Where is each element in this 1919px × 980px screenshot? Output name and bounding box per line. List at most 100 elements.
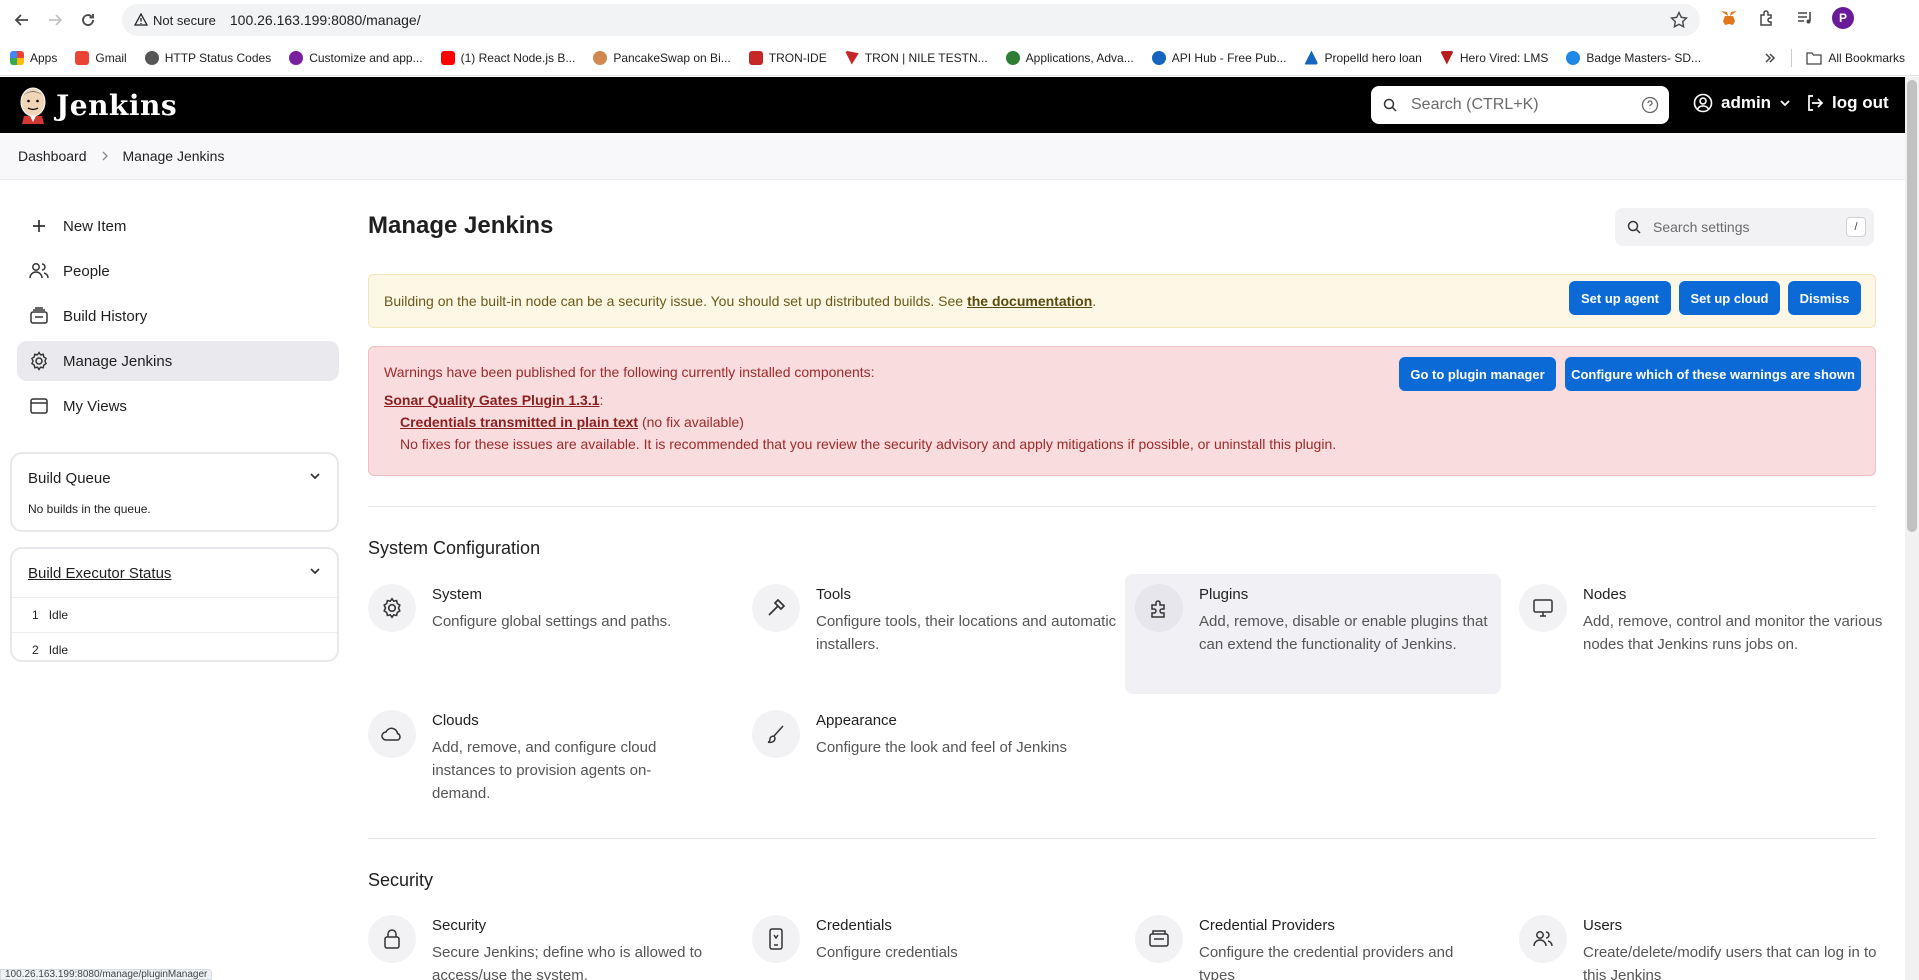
logout-icon [1808,95,1824,111]
bookmark-item[interactable]: Hero Vired: LMS [1439,50,1548,65]
card-title: Credential Providers [1199,917,1335,934]
bookmark-item[interactable]: Badge Masters- SD... [1566,50,1701,65]
forward-icon[interactable] [44,9,66,31]
executor-row: 1 Idle [12,597,337,632]
card-plugins[interactable]: Plugins Add, remove, disable or enable p… [1125,574,1501,694]
bookmark-item[interactable]: Apps [10,50,57,65]
breadcrumb-dashboard[interactable]: Dashboard [18,148,87,164]
all-bookmarks-button[interactable]: All Bookmarks [1806,51,1905,65]
keyboard-shortcut-hint: / [1846,217,1866,237]
jenkins-logo-link[interactable]: Jenkins [18,86,177,124]
card-security[interactable]: Security Secure Jenkins; define who is a… [368,905,744,980]
extensions-puzzle-icon[interactable] [1756,7,1778,29]
chevron-right-icon [101,151,109,161]
back-icon[interactable] [11,9,33,31]
bookmark-item[interactable]: TRON-IDE [748,50,827,65]
advisory-link[interactable]: Credentials transmitted in plain text [400,414,638,430]
dismiss-button[interactable]: Dismiss [1788,281,1861,315]
bookmark-item[interactable]: TRON | NILE TESTN... [844,50,988,65]
user-icon [1693,93,1713,113]
sidebar-item-people[interactable]: People [17,251,339,291]
folder-icon [1806,52,1822,65]
hero-vired-icon [1439,50,1454,65]
card-title: Users [1583,917,1623,934]
sidebar: New Item People Build History Manage Jen… [17,206,339,431]
chevron-down-icon[interactable] [309,470,321,482]
globe-icon [144,50,159,65]
address-bar[interactable]: Not secure 100.26.163.199:8080/manage/ [122,4,1700,36]
documentation-link[interactable]: the documentation [967,293,1092,309]
sidebar-item-new-item[interactable]: New Item [17,206,339,246]
card-clouds[interactable]: Clouds Add, remove, and configure cloud … [368,700,744,810]
card-title: Security [432,917,487,934]
safe-icon [1135,915,1183,963]
bookmark-item[interactable]: (1) React Node.js B... [440,50,576,65]
media-control-icon[interactable] [1794,7,1816,29]
card-nodes[interactable]: Nodes Add, remove, control and monitor t… [1519,574,1895,684]
card-description: Secure Jenkins; define who is allowed to… [432,944,703,980]
executor-number: 1 [32,608,39,622]
section-divider [368,838,1876,839]
monitor-icon [1519,584,1567,632]
sidebar-item-my-views[interactable]: My Views [17,386,339,426]
scrollbar-thumb[interactable] [1907,80,1917,532]
card-credential-providers[interactable]: Credential Providers Configure the crede… [1135,905,1511,980]
set-up-cloud-button[interactable]: Set up cloud [1679,281,1780,315]
executor-state: Idle [48,643,69,657]
section-title-system-configuration: System Configuration [368,538,541,558]
bookmark-label: (1) React Node.js B... [460,50,576,65]
plugin-link[interactable]: Sonar Quality Gates Plugin 1.3.1 [384,392,600,408]
go-to-plugin-manager-button[interactable]: Go to plugin manager [1399,357,1556,391]
chevron-down-icon [1780,100,1790,107]
security-label: Not secure [153,12,216,28]
url-text[interactable]: 100.26.163.199:8080/manage/ [230,12,421,28]
help-icon[interactable] [1641,96,1659,114]
sidebar-item-manage-jenkins[interactable]: Manage Jenkins [17,341,339,381]
card-tools[interactable]: Tools Configure tools, their locations a… [752,574,1128,684]
bookmark-label: API Hub - Free Pub... [1171,50,1287,65]
bookmark-item[interactable]: API Hub - Free Pub... [1151,50,1287,65]
card-appearance[interactable]: Appearance Configure the look and feel o… [752,700,1128,810]
security-indicator[interactable]: Not secure [134,13,216,28]
sidebar-item-label: Manage Jenkins [63,352,173,370]
sidebar-item-build-history[interactable]: Build History [17,296,339,336]
plus-icon [29,216,49,236]
window-icon [29,396,49,416]
bookmark-item[interactable]: Applications, Adva... [1005,50,1134,65]
metamask-extension-icon[interactable] [1718,7,1740,29]
chevron-down-icon[interactable] [309,565,321,577]
brush-icon [752,710,800,758]
profile-avatar[interactable]: P [1832,7,1854,29]
reload-icon[interactable] [77,9,99,31]
bookmark-item[interactable]: PancakeSwap on Bi... [593,50,731,65]
bookmark-item[interactable]: Gmail [75,50,127,65]
user-menu[interactable]: admin [1693,93,1791,113]
more-bookmarks-icon[interactable] [1763,51,1777,65]
card-credentials[interactable]: Credentials Configure credentials [752,905,1128,980]
card-title: Plugins [1199,586,1249,603]
logout-link[interactable]: log out [1806,93,1889,113]
bookmark-item[interactable]: Propelld hero loan [1304,50,1422,65]
bookmark-star-icon[interactable] [1670,11,1688,29]
set-up-agent-button[interactable]: Set up agent [1569,281,1671,315]
card-description: Create/delete/modify users that can log … [1583,944,1877,980]
configure-warnings-button[interactable]: Configure which of these warnings are sh… [1565,357,1861,391]
build-executor-title[interactable]: Build Executor Status [28,565,171,582]
card-description: Add, remove, control and monitor the var… [1583,613,1883,653]
search-icon [1383,98,1397,112]
user-name: admin [1721,93,1772,112]
card-users[interactable]: Users Create/delete/modify users that ca… [1519,905,1895,980]
build-queue-title[interactable]: Build Queue [28,470,111,487]
global-search-input[interactable]: Search (CTRL+K) [1371,86,1669,124]
gmail-icon [75,50,90,65]
bookmark-item[interactable]: HTTP Status Codes [144,50,271,65]
card-description: Configure credentials [816,944,958,961]
bookmark-item[interactable]: Customize and app... [289,50,423,65]
card-system[interactable]: System Configure global settings and pat… [368,574,744,684]
card-title: Nodes [1583,586,1627,603]
settings-search-input[interactable]: Search settings / [1615,208,1874,246]
breadcrumb-manage-jenkins[interactable]: Manage Jenkins [123,148,225,164]
card-description: Configure global settings and paths. [432,613,672,630]
link-status-preview: 100.26.163.199:8080/manage/pluginManager [0,969,213,980]
warning-icon [134,13,148,26]
